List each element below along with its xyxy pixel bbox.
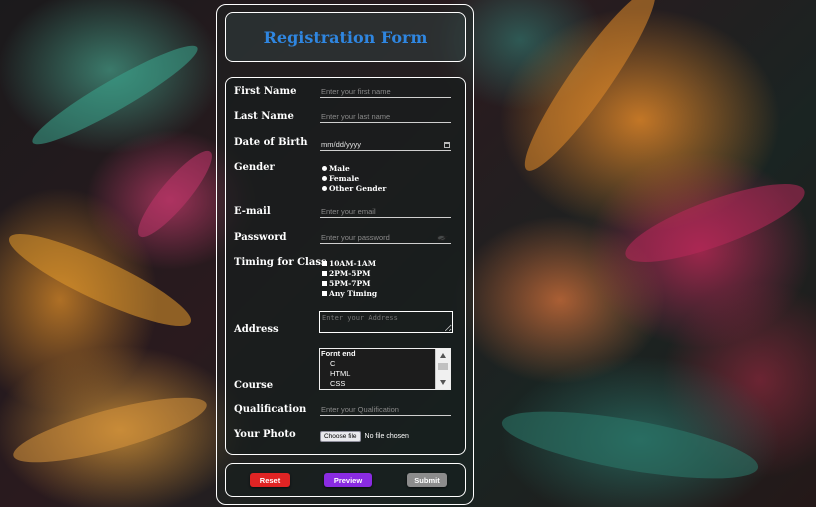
radio-button[interactable] (322, 186, 327, 191)
dob-value: mm/dd/yyyy (321, 140, 362, 149)
email-input[interactable] (320, 206, 451, 218)
photo-label: Your Photo (234, 429, 296, 440)
checkbox[interactable] (322, 281, 327, 286)
gender-option-male[interactable]: Male (322, 164, 350, 173)
timing-option-5pm[interactable]: 5PM-7PM (322, 279, 370, 288)
registration-form: First Name Last Name Date of Birth mm/dd… (225, 77, 466, 455)
first-name-label: First Name (234, 86, 297, 97)
address-label: Address (234, 324, 279, 335)
gender-option-female[interactable]: Female (322, 174, 359, 183)
course-scrollbar[interactable] (435, 349, 450, 389)
gender-option-other[interactable]: Other Gender (322, 184, 386, 193)
course-group-label: Fornt end (321, 349, 356, 358)
choose-file-button[interactable]: Choose file (320, 431, 361, 442)
checkbox[interactable] (322, 261, 327, 266)
password-label: Password (234, 232, 287, 243)
qualification-label: Qualification (234, 404, 307, 415)
radio-button[interactable] (322, 176, 327, 181)
email-label: E-mail (234, 206, 271, 217)
form-title: Registration Form (263, 27, 428, 47)
last-name-label: Last Name (234, 111, 294, 122)
dob-label: Date of Birth (234, 137, 308, 148)
preview-button[interactable]: Preview (324, 473, 372, 487)
background-feather (497, 397, 763, 493)
action-bar: Reset Preview Submit (225, 463, 466, 497)
background-feather (617, 168, 813, 278)
course-option[interactable]: HTML (320, 369, 450, 379)
scroll-up-icon[interactable] (440, 353, 446, 358)
gender-label: Gender (234, 162, 275, 173)
background-feather (0, 219, 200, 341)
dob-input[interactable]: mm/dd/yyyy (320, 139, 451, 151)
last-name-input[interactable] (320, 111, 451, 123)
file-status: No file chosen (364, 433, 409, 440)
scroll-down-icon[interactable] (440, 380, 446, 385)
address-textarea[interactable] (319, 311, 453, 333)
scroll-thumb[interactable] (438, 363, 448, 370)
course-option[interactable]: CSS (320, 379, 450, 389)
course-option[interactable]: C (320, 359, 450, 369)
course-label: Course (234, 380, 274, 391)
background-feather (8, 384, 212, 476)
background-feather (510, 0, 670, 182)
timing-option-10am[interactable]: 10AM-1AM (322, 259, 376, 268)
background-feather (25, 34, 205, 156)
timing-label: Timing for Class (234, 257, 327, 268)
reset-button[interactable]: Reset (250, 473, 290, 487)
course-select[interactable]: Fornt end C HTML CSS (319, 348, 451, 390)
radio-button[interactable] (322, 166, 327, 171)
eye-slash-icon[interactable] (437, 235, 446, 241)
first-name-input[interactable] (320, 86, 451, 98)
submit-button[interactable]: Submit (407, 473, 447, 487)
title-panel: Registration Form (225, 12, 466, 62)
checkbox[interactable] (322, 271, 327, 276)
photo-file-input[interactable]: Choose file No file chosen (320, 431, 409, 442)
calendar-icon[interactable] (444, 141, 450, 148)
timing-option-2pm[interactable]: 2PM-5PM (322, 269, 370, 278)
password-input[interactable] (320, 232, 451, 244)
background-feather (128, 142, 222, 246)
timing-option-any[interactable]: Any Timing (322, 289, 377, 298)
checkbox[interactable] (322, 291, 327, 296)
qualification-input[interactable] (320, 404, 451, 416)
